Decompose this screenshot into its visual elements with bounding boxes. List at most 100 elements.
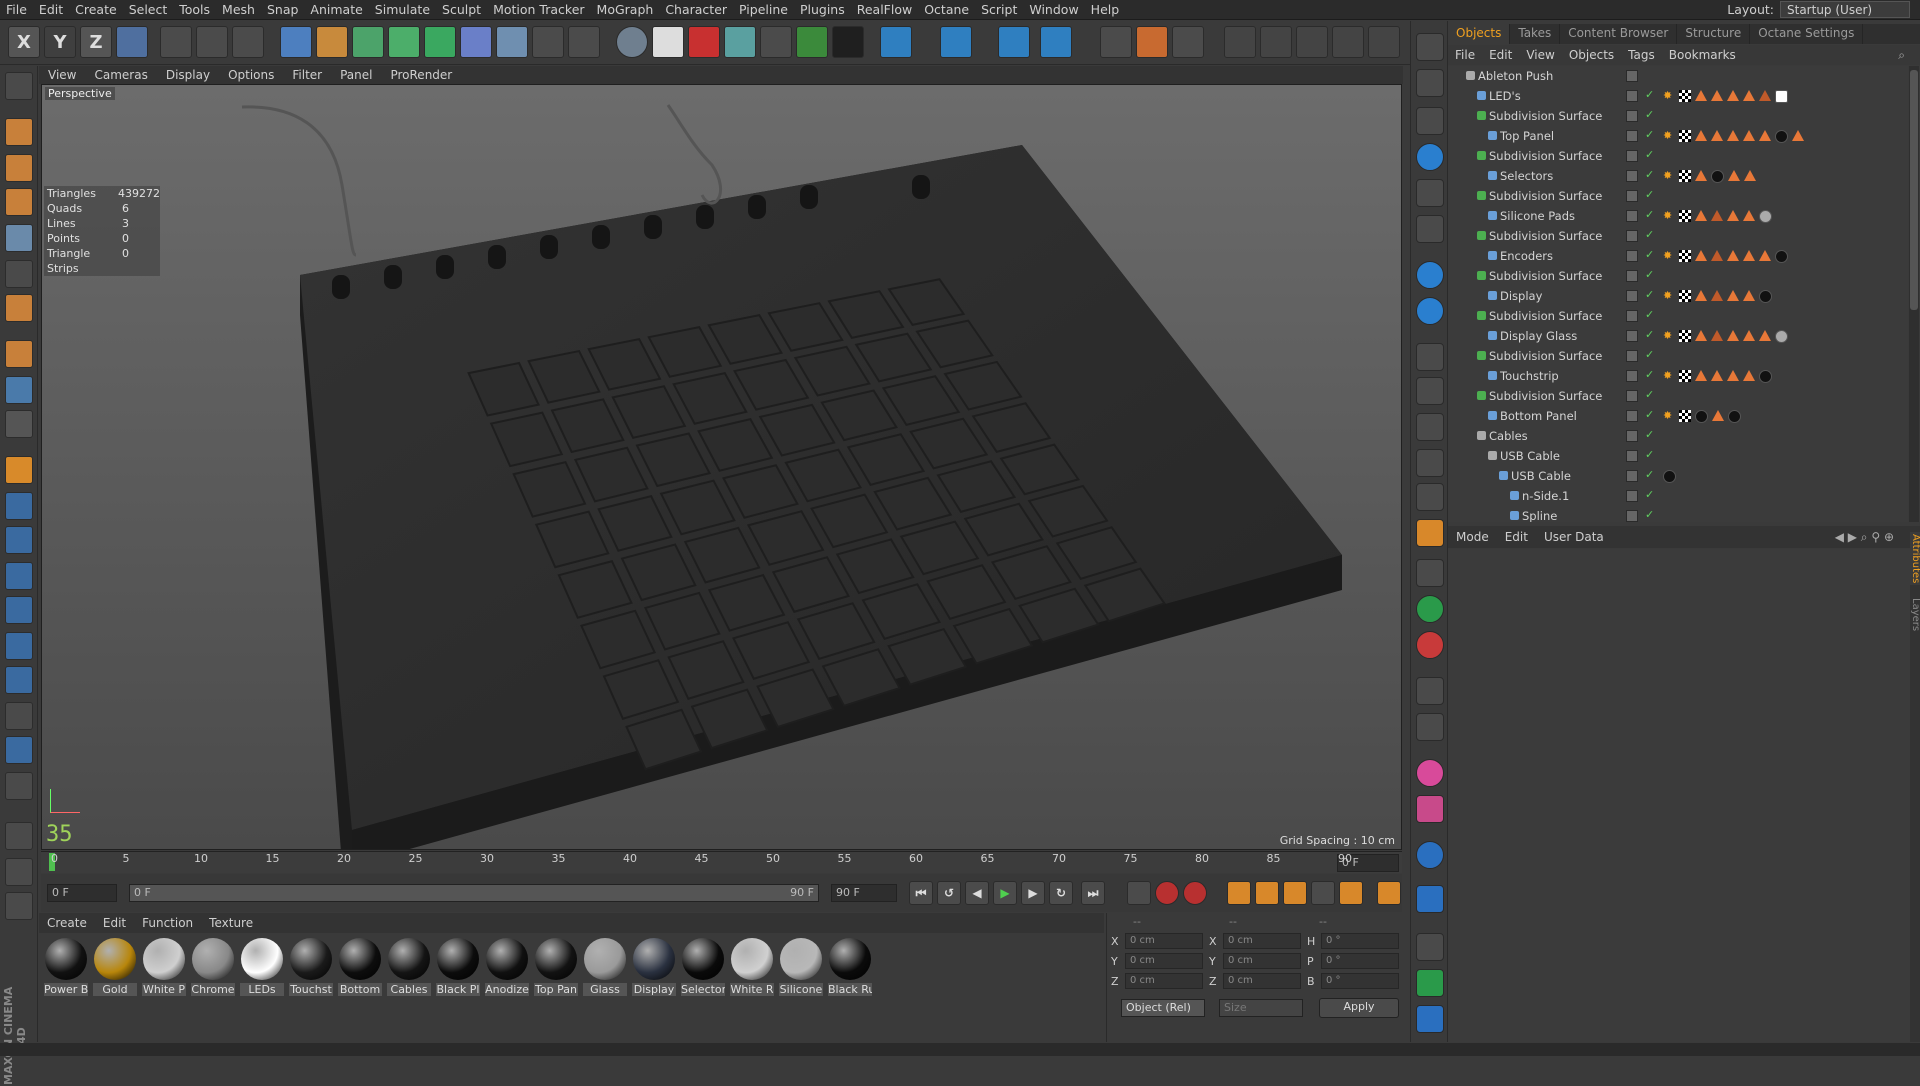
menu-simulate[interactable]: Simulate bbox=[369, 2, 436, 17]
cancel-red-icon[interactable] bbox=[1416, 631, 1444, 659]
material-tag-icon[interactable] bbox=[1759, 210, 1772, 223]
timeline-menu-icon[interactable] bbox=[1377, 881, 1401, 905]
texture-tag-icon[interactable] bbox=[1743, 290, 1755, 301]
knife-icon[interactable] bbox=[5, 736, 33, 764]
workplane-icon[interactable] bbox=[1332, 26, 1364, 58]
material-swatch[interactable]: Touchst bbox=[288, 936, 334, 996]
menu-edit[interactable]: Edit bbox=[33, 2, 69, 17]
coord-field[interactable]: 0 ° bbox=[1321, 953, 1399, 969]
menu-pipeline[interactable]: Pipeline bbox=[733, 2, 794, 17]
viewport-menu-panel[interactable]: Panel bbox=[331, 68, 381, 82]
texture-tag-icon[interactable] bbox=[1711, 290, 1723, 301]
attribute-menu-user-data[interactable]: User Data bbox=[1536, 530, 1612, 544]
phong-tag-icon[interactable]: ✸ bbox=[1663, 90, 1675, 102]
coord-field[interactable]: 0 ° bbox=[1321, 973, 1399, 989]
scene-camera-icon[interactable] bbox=[1416, 69, 1444, 97]
tab-objects[interactable]: Objects bbox=[1448, 24, 1511, 44]
menu-realflow[interactable]: RealFlow bbox=[851, 2, 918, 17]
texture-tag-icon[interactable] bbox=[1744, 170, 1756, 181]
visibility-toggle[interactable] bbox=[1626, 510, 1638, 522]
material-swatch[interactable]: Anodize bbox=[484, 936, 530, 996]
octane-sphere-icon[interactable] bbox=[616, 26, 648, 58]
menu-mograph[interactable]: MoGraph bbox=[591, 2, 660, 17]
texture-tag-icon[interactable] bbox=[1695, 90, 1707, 101]
viewport-menu-display[interactable]: Display bbox=[157, 68, 219, 82]
key-pla-icon[interactable] bbox=[1339, 881, 1363, 905]
texture-tag-icon[interactable] bbox=[1743, 250, 1755, 261]
texture-tag-icon[interactable] bbox=[1695, 170, 1707, 181]
object-row[interactable]: Spline ✓ bbox=[1448, 506, 1908, 522]
connect-objects-icon[interactable] bbox=[998, 26, 1030, 58]
key-rotation-icon[interactable] bbox=[1283, 881, 1307, 905]
enable-checkmark-icon[interactable]: ✓ bbox=[1645, 108, 1654, 121]
enable-checkmark-icon[interactable]: ✓ bbox=[1645, 208, 1654, 221]
material-tag-icon[interactable] bbox=[1759, 290, 1772, 303]
viewport-menu-prorender[interactable]: ProRender bbox=[381, 68, 461, 82]
previous-key-icon[interactable]: ↺ bbox=[937, 881, 961, 905]
visibility-toggle[interactable] bbox=[1626, 190, 1638, 202]
coordinate-axis-icon[interactable] bbox=[5, 858, 33, 886]
object-row[interactable]: Touchstrip ✓ ✸ bbox=[1448, 366, 1908, 386]
object-row[interactable]: n-Side.1 ✓ bbox=[1448, 486, 1908, 506]
globe-icon[interactable] bbox=[1416, 297, 1444, 325]
enable-checkmark-icon[interactable]: ✓ bbox=[1645, 268, 1654, 281]
make-editable-icon[interactable] bbox=[5, 72, 33, 100]
texture-tag-icon[interactable] bbox=[1792, 130, 1804, 141]
render-region-icon[interactable] bbox=[1416, 33, 1444, 61]
texture-tag-icon[interactable] bbox=[1727, 290, 1739, 301]
object-list-scrollbar[interactable] bbox=[1909, 66, 1919, 522]
material-swatch[interactable]: Black Ru bbox=[827, 936, 873, 996]
measure-icon[interactable] bbox=[5, 892, 33, 920]
enable-checkmark-icon[interactable]: ✓ bbox=[1645, 168, 1654, 181]
polygon-selection-icon[interactable] bbox=[5, 596, 33, 624]
scene-icon[interactable] bbox=[460, 26, 492, 58]
c4d-octane-logo-icon[interactable] bbox=[1136, 26, 1168, 58]
material-tag-icon[interactable] bbox=[1775, 90, 1788, 103]
material-swatch[interactable]: Top Pan bbox=[533, 936, 579, 996]
texture-tag-icon[interactable] bbox=[1711, 130, 1723, 141]
quantize-icon[interactable] bbox=[1368, 26, 1400, 58]
object-menu-edit[interactable]: Edit bbox=[1482, 48, 1519, 62]
perspective-viewport[interactable]: Perspective Triangles 439272 Quads 6 Lines 3 P… bbox=[41, 84, 1402, 850]
menu-sculpt[interactable]: Sculpt bbox=[436, 2, 487, 17]
material-tag-icon[interactable] bbox=[1775, 250, 1788, 263]
enable-checkmark-icon[interactable]: ✓ bbox=[1645, 508, 1654, 521]
next-frame-icon[interactable]: ▶ bbox=[1021, 881, 1045, 905]
pointer-icon[interactable] bbox=[1416, 933, 1444, 961]
viewport-menu-options[interactable]: Options bbox=[219, 68, 283, 82]
texture-tag-icon[interactable] bbox=[1743, 90, 1755, 101]
z-axis-toggle[interactable]: Z bbox=[80, 26, 112, 58]
floor-icon[interactable] bbox=[496, 26, 528, 58]
material-swatch[interactable]: Chrome bbox=[190, 936, 236, 996]
menu-mesh[interactable]: Mesh bbox=[216, 2, 261, 17]
hook-icon[interactable] bbox=[1416, 885, 1444, 913]
coord-field[interactable]: 0 cm bbox=[1223, 953, 1301, 969]
visibility-toggle[interactable] bbox=[1626, 210, 1638, 222]
render-settings-icon[interactable] bbox=[232, 26, 264, 58]
object-row[interactable]: Ableton Push bbox=[1448, 66, 1908, 86]
attribute-menu-edit[interactable]: Edit bbox=[1497, 530, 1536, 544]
texture-tag-icon[interactable] bbox=[1759, 250, 1771, 261]
object-menu-bookmarks[interactable]: Bookmarks bbox=[1662, 48, 1743, 62]
go-to-end-icon[interactable]: ⏭ bbox=[1081, 881, 1105, 905]
fill-selection-icon[interactable] bbox=[5, 702, 33, 730]
start-frame-field[interactable]: 0 F bbox=[47, 884, 117, 902]
tab-takes[interactable]: Takes bbox=[1510, 24, 1561, 44]
texture-tag-icon[interactable] bbox=[1743, 370, 1755, 381]
phong-tag-icon[interactable]: ✸ bbox=[1663, 250, 1675, 262]
visibility-toggle[interactable] bbox=[1626, 330, 1638, 342]
visibility-toggle[interactable] bbox=[1626, 170, 1638, 182]
next-key-icon[interactable]: ↻ bbox=[1049, 881, 1073, 905]
side-tab-layers[interactable]: Layers bbox=[1910, 596, 1920, 633]
ring-selection-icon[interactable] bbox=[5, 666, 33, 694]
coord-field[interactable]: 0 cm bbox=[1125, 973, 1203, 989]
axis-mode-icon[interactable] bbox=[5, 340, 33, 368]
octane-live-viewer-icon[interactable] bbox=[652, 26, 684, 58]
enable-checkmark-icon[interactable]: ✓ bbox=[1645, 188, 1654, 201]
menu-window[interactable]: Window bbox=[1023, 2, 1084, 17]
material-menu-create[interactable]: Create bbox=[39, 916, 95, 930]
enable-checkmark-icon[interactable]: ✓ bbox=[1645, 88, 1654, 101]
material-tag-icon[interactable] bbox=[1695, 410, 1708, 423]
coord-field[interactable]: 0 cm bbox=[1223, 973, 1301, 989]
object-row[interactable]: USB Cable ✓ bbox=[1448, 466, 1908, 486]
